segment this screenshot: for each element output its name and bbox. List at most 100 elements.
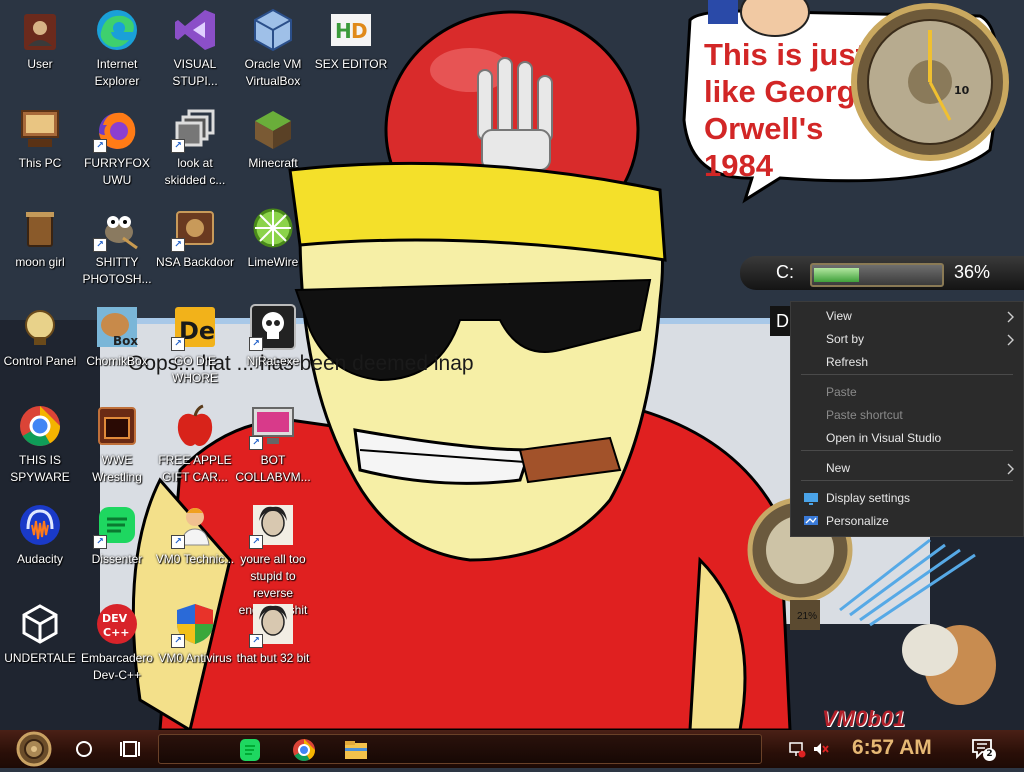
context-menu-item-personalize[interactable]: Personalize: [791, 511, 1023, 533]
drive-usage-percent: 36%: [954, 262, 991, 282]
desktop-icon-nsa-backdoor[interactable]: ↗ NSA Backdoor: [155, 204, 235, 271]
task-view-icon: [120, 741, 140, 757]
context-menu-item-display-settings[interactable]: Display settings: [791, 488, 1023, 510]
display-icon: [803, 492, 819, 511]
taskbar-app-chrome[interactable]: [291, 737, 317, 763]
unity-icon: [16, 600, 64, 648]
desktop-icon-minecraft[interactable]: Minecraft: [233, 105, 313, 172]
shortcut-arrow-icon: ↗: [249, 634, 263, 648]
desktop-icon-free-apple-gift-car[interactable]: FREE APPLE GIFT CAR...: [155, 402, 235, 486]
desktop-icon-limewire[interactable]: LimeWire: [233, 204, 313, 271]
gauge-percent-label: 21%: [797, 611, 818, 622]
chevron-right-icon: [1007, 333, 1015, 351]
shield-icon: ↗: [171, 600, 219, 648]
chevron-right-icon: [1007, 310, 1015, 328]
start-button[interactable]: [8, 730, 60, 768]
desktop-icon-label: Embarcadero Dev-C++: [80, 651, 154, 682]
desktop-icon-moon-girl[interactable]: moon girl: [0, 204, 80, 271]
context-menu-item-label: Display settings: [826, 491, 911, 505]
svg-text:C++: C++: [103, 626, 130, 639]
user-folder-icon: [16, 6, 64, 54]
desktop-icon-shitty-photosh[interactable]: ↗ SHITTY PHOTOSH...: [77, 204, 157, 288]
desktop-icon-go-die-whore[interactable]: De ↗ GO DIE WHORE: [155, 303, 235, 387]
context-menu-separator: [801, 480, 1013, 481]
context-menu-item-open-in-visual-studio[interactable]: Open in Visual Studio: [791, 428, 1023, 450]
drive-usage-bar: [810, 263, 944, 287]
desktop-icon-this-pc[interactable]: This PC: [0, 105, 80, 172]
chrome-icon: [16, 402, 64, 450]
desktop-icon-vm0-antivirus[interactable]: ↗ VM0 Antivirus: [155, 600, 235, 667]
svg-text:D: D: [351, 19, 368, 43]
desktop-icon-embarcadero-dev-c[interactable]: DEV C++ Embarcadero Dev-C++: [77, 600, 157, 684]
desktop-icon-bot-collabvm[interactable]: ↗ BOT COLLABVM...: [233, 402, 313, 486]
tray-volume-button[interactable]: [812, 740, 830, 758]
start-orb-icon: [16, 731, 52, 767]
desktop-icon-undertale[interactable]: UNDERTALE: [0, 600, 80, 667]
desktop-icon-internet-explorer[interactable]: Internet Explorer: [77, 6, 157, 90]
context-menu-item-paste: Paste: [791, 382, 1023, 404]
shortcut-arrow-icon: ↗: [93, 238, 107, 252]
tray-network-button[interactable]: [788, 740, 806, 758]
firefox-icon: ↗: [93, 105, 141, 153]
context-menu-separator: [801, 450, 1013, 451]
network-disconnected-icon: [789, 742, 806, 758]
context-menu-item-label: Sort by: [826, 332, 865, 346]
trash-bin-icon: [16, 204, 64, 252]
desktop-icon-label: NjRat.exe: [246, 354, 300, 368]
desktop-icon-wwe-wrestling[interactable]: WWE Wrestling: [77, 402, 157, 486]
taskbar-app-spotify[interactable]: [237, 737, 263, 763]
context-menu-item-new[interactable]: New: [791, 458, 1023, 480]
desktop-icon-label: NSA Backdoor: [155, 255, 235, 269]
devcpp-icon: DEV C++: [93, 600, 141, 648]
context-menu-item-refresh[interactable]: Refresh: [791, 352, 1023, 374]
shortcut-arrow-icon: ↗: [171, 634, 185, 648]
desktop-icon-audacity[interactable]: Audacity: [0, 501, 80, 568]
desktop-icon-chomikbox[interactable]: Box ChomikBox: [77, 303, 157, 370]
svg-text:DEV: DEV: [102, 612, 128, 625]
desktop-icon-njrat-exe[interactable]: ↗ NjRat.exe: [233, 303, 313, 370]
desktop-icon-furryfox-uwu[interactable]: ↗ FURRYFOX UWU: [77, 105, 157, 189]
taskbar-app-file-explorer[interactable]: [343, 737, 369, 763]
desktop-icon-label: LimeWire: [247, 255, 299, 269]
drive-letter: C:: [776, 262, 794, 282]
drive-d-gauge: D: [770, 306, 792, 336]
minecraft-icon: [249, 105, 297, 153]
context-menu-item-sort-by[interactable]: Sort by: [791, 329, 1023, 351]
virtualbox-icon: [249, 6, 297, 54]
chevron-right-icon: [1007, 462, 1015, 480]
context-menu-item-view[interactable]: View: [791, 306, 1023, 328]
desktop-icon-sex-editor[interactable]: H D SEX EDITOR: [311, 6, 391, 73]
notification-center-button[interactable]: 2: [970, 736, 996, 762]
desktop-icon-label: Dissenter: [91, 552, 143, 566]
desktop-icon-label: VISUAL STUPI...: [172, 57, 218, 88]
desktop-icon-label: Minecraft: [248, 156, 298, 170]
taskbar-clock[interactable]: 6:57 AM: [852, 736, 932, 760]
search-button[interactable]: [70, 730, 98, 768]
desktop-icon-label: SHITTY PHOTOSH...: [82, 255, 152, 286]
notification-count-badge: 2: [983, 748, 996, 761]
desktop-icon-control-panel[interactable]: Control Panel: [0, 303, 80, 370]
computer-icon: [16, 105, 64, 153]
shortcut-arrow-icon: ↗: [93, 139, 107, 153]
context-menu-item-label: Paste: [826, 385, 857, 399]
drive-d-letter: D: [776, 311, 789, 331]
desktop-icon-oracle-vm-virtualbox[interactable]: Oracle VM VirtualBox: [233, 6, 313, 90]
desktop-icon-this-is-spyware[interactable]: THIS IS SPYWARE: [0, 402, 80, 486]
desktop-icon-vm0-technic[interactable]: ↗ VM0 Technic...: [155, 501, 235, 568]
file-explorer-icon: [345, 741, 367, 759]
edge-icon: [93, 6, 141, 54]
context-menu-item-label: New: [826, 461, 851, 475]
drive-usage-gauge: C: 36%: [740, 256, 1024, 290]
control-panel-icon: [16, 303, 64, 351]
desktop-icon-label: THIS IS SPYWARE: [10, 453, 70, 484]
desktop-icon-visual-stupi[interactable]: VISUAL STUPI...: [155, 6, 235, 90]
chrome-icon: [293, 739, 315, 761]
shortcut-arrow-icon: ↗: [249, 436, 263, 450]
desktop-icon-user[interactable]: User: [0, 6, 80, 73]
desktop-icon-that-but-32-bit[interactable]: ↗ that but 32 bit: [233, 600, 313, 667]
monitor-icon: ↗: [249, 402, 297, 450]
context-menu-item-label: Personalize: [826, 514, 889, 528]
desktop-icon-dissenter[interactable]: ↗ Dissenter: [77, 501, 157, 568]
desktop-icon-look-at-skidded-c[interactable]: ↗ look at skidded c...: [155, 105, 235, 189]
task-view-button[interactable]: [116, 730, 144, 768]
